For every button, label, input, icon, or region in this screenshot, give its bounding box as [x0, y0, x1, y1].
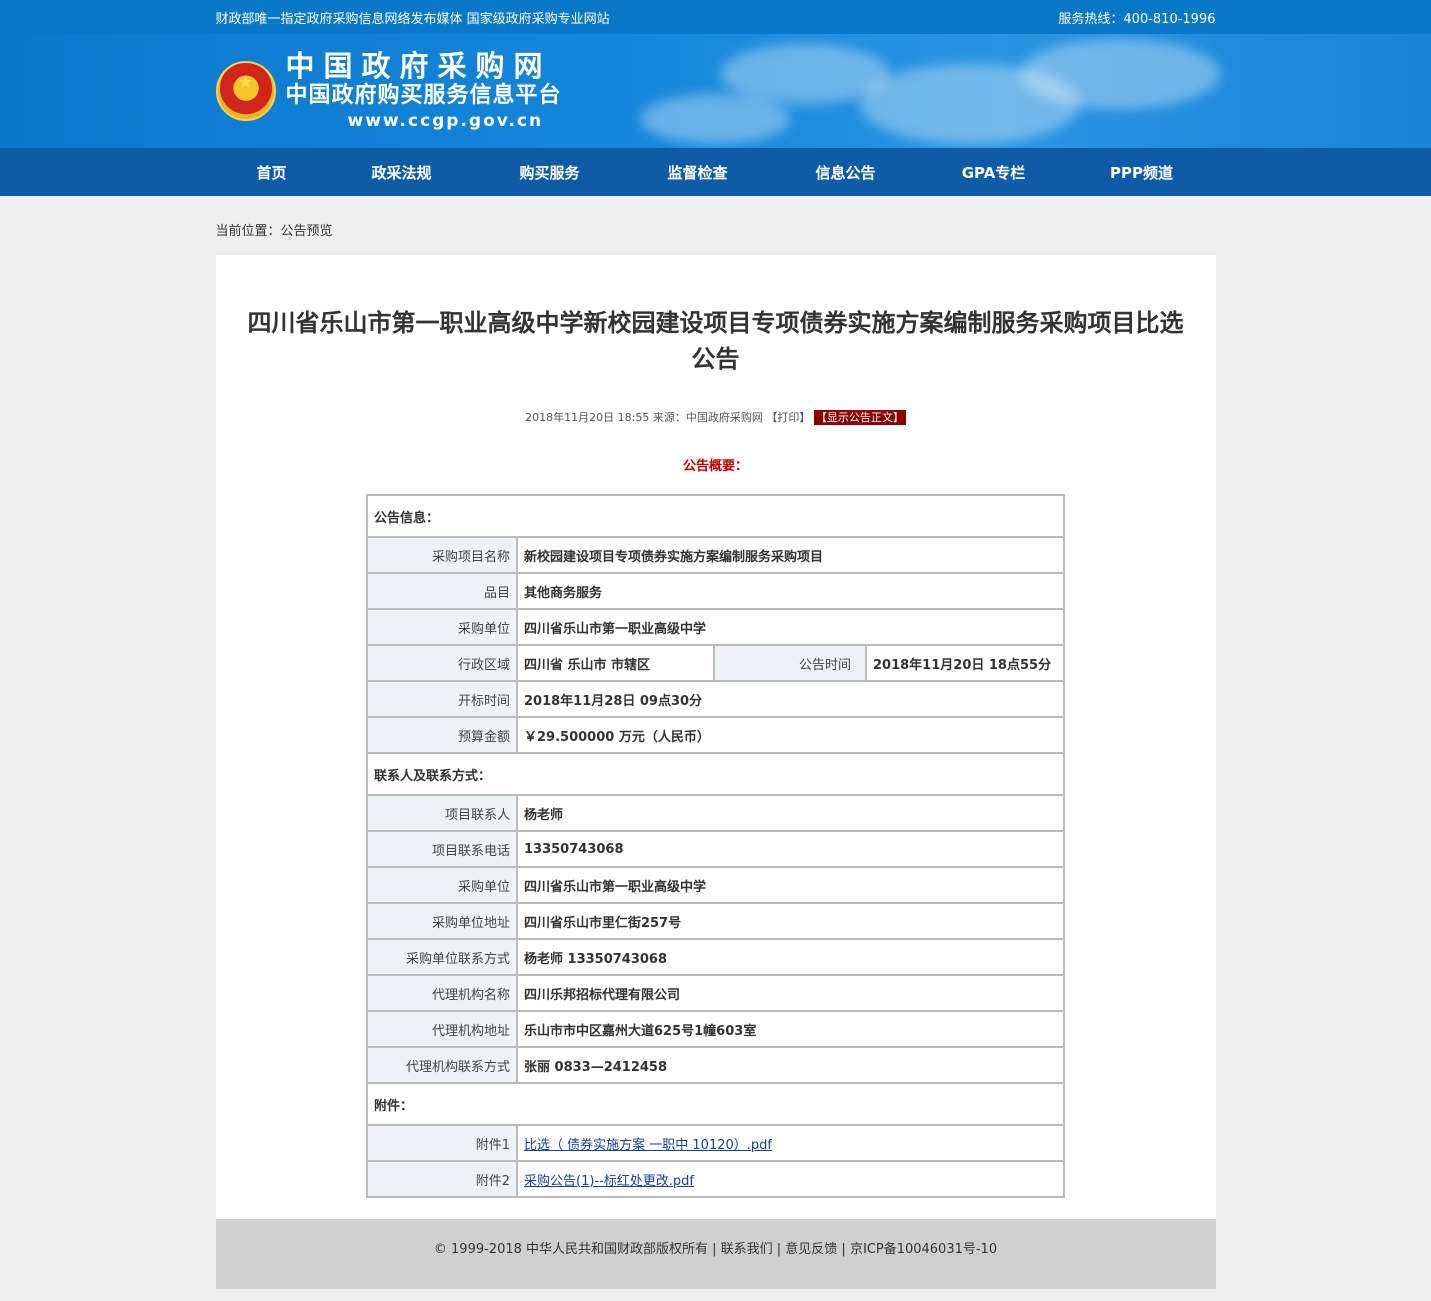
footer: © 1999-2018 中华人民共和国财政部版权所有 | 联系我们 | 意见反馈… — [215, 1219, 1216, 1289]
service-hotline: 服务热线：400-810-1996 — [1058, 11, 1216, 27]
nav-home[interactable]: 首页 — [216, 162, 328, 183]
national-emblem-icon: ★ — [215, 61, 276, 121]
announcement-info-table: 公告信息： 采购项目名称 新校园建设项目专项债券实施方案编制服务采购项目 品目 … — [366, 494, 1065, 1198]
table-label: 采购单位地址 — [366, 902, 518, 940]
site-logo[interactable]: 中国政府采购网 中国政府购买服务信息平台 www.ccgp.gov.cn — [286, 50, 562, 133]
contact-person: 杨老师 — [516, 794, 1065, 832]
logo-subtitle: 中国政府购买服务信息平台 — [285, 81, 562, 108]
budget: ￥29.500000 万元（人民币） — [516, 716, 1065, 754]
agency-name: 四川乐邦招标代理有限公司 — [516, 974, 1065, 1012]
section-announce-info: 公告信息： — [366, 494, 1065, 538]
announce-time: 2018年11月20日 18点55分 — [865, 644, 1065, 682]
agency-contact: 张丽 0833—2412458 — [516, 1046, 1065, 1084]
table-label: 附件2 — [366, 1160, 518, 1198]
attachment-link-1[interactable]: 比选（ 债券实施方案 一职中 10120）.pdf — [524, 1138, 772, 1153]
publish-info: 2018年11月20日 18:55 来源：中国政府采购网 【打印】 — [525, 411, 811, 424]
breadcrumb: 当前位置：公告预览 — [215, 224, 333, 239]
show-body-button[interactable]: 【显示公告正文】 — [813, 410, 906, 425]
category: 其他商务服务 — [516, 572, 1065, 610]
table-label: 项目联系人 — [366, 794, 518, 832]
table-label: 代理机构地址 — [366, 1010, 518, 1048]
nav-purchase-service[interactable]: 购买服务 — [476, 162, 624, 183]
site-slogan: 财政部唯一指定政府采购信息网络发布媒体 国家级政府采购专业网站 — [215, 11, 610, 27]
region: 四川省 乐山市 市辖区 — [516, 644, 715, 682]
nav-ppp[interactable]: PPP频道 — [1068, 162, 1216, 183]
table-label: 项目联系电话 — [366, 830, 518, 868]
page-title: 四川省乐山市第一职业高级中学新校园建设项目专项债券实施方案编制服务采购项目比选公… — [247, 309, 1184, 373]
logo-title: 中国政府采购网 — [285, 48, 552, 83]
top-bar: 财政部唯一指定政府采购信息网络发布媒体 国家级政府采购专业网站 服务热线：400… — [0, 0, 1431, 34]
buyer-unit: 四川省乐山市第一职业高级中学 — [516, 866, 1065, 904]
section-contact: 联系人及联系方式： — [366, 752, 1065, 796]
attachment-cell: 采购公告(1)--标红处更改.pdf — [516, 1160, 1065, 1198]
table-label: 代理机构联系方式 — [366, 1046, 518, 1084]
buyer-address: 四川省乐山市里仁街257号 — [516, 902, 1065, 940]
table-label: 开标时间 — [366, 680, 518, 718]
nav-announcements[interactable]: 信息公告 — [772, 162, 920, 183]
article-meta: 2018年11月20日 18:55 来源：中国政府采购网 【打印】 【显示公告正… — [216, 409, 1216, 425]
table-label: 行政区域 — [366, 644, 518, 682]
logo-url: www.ccgp.gov.cn — [347, 110, 544, 131]
agency-address: 乐山市市中区嘉州大道625号1幢603室 — [516, 1010, 1065, 1048]
table-label: 采购单位 — [366, 608, 518, 646]
attachment-link-2[interactable]: 采购公告(1)--标红处更改.pdf — [524, 1174, 694, 1189]
attachment-cell: 比选（ 债券实施方案 一职中 10120）.pdf — [516, 1124, 1065, 1162]
table-label: 公告时间 — [713, 644, 867, 682]
article-panel: 四川省乐山市第一职业高级中学新校园建设项目专项债券实施方案编制服务采购项目比选公… — [215, 255, 1216, 1219]
nav-gpa[interactable]: GPA专栏 — [920, 162, 1068, 183]
summary-heading: 公告概要： — [682, 459, 748, 474]
bid-open-time: 2018年11月28日 09点30分 — [516, 680, 1065, 718]
buyer: 四川省乐山市第一职业高级中学 — [516, 608, 1065, 646]
nav-supervision[interactable]: 监督检查 — [624, 162, 772, 183]
table-label: 预算金额 — [366, 716, 518, 754]
table-label: 采购项目名称 — [366, 536, 518, 574]
table-label: 代理机构名称 — [366, 974, 518, 1012]
table-label: 品目 — [366, 572, 518, 610]
main-nav: 首页 政采法规 购买服务 监督检查 信息公告 GPA专栏 PPP频道 — [0, 148, 1431, 196]
nav-regulations[interactable]: 政采法规 — [328, 162, 476, 183]
contact-phone: 13350743068 — [516, 830, 1065, 868]
table-label: 采购单位联系方式 — [366, 938, 518, 976]
buyer-contact: 杨老师 13350743068 — [516, 938, 1065, 976]
header-banner: ★ 中国政府采购网 中国政府购买服务信息平台 www.ccgp.gov.cn — [0, 34, 1431, 148]
section-attachments: 附件： — [366, 1082, 1065, 1126]
project-name: 新校园建设项目专项债券实施方案编制服务采购项目 — [516, 536, 1065, 574]
table-label: 采购单位 — [366, 866, 518, 904]
table-label: 附件1 — [366, 1124, 518, 1162]
